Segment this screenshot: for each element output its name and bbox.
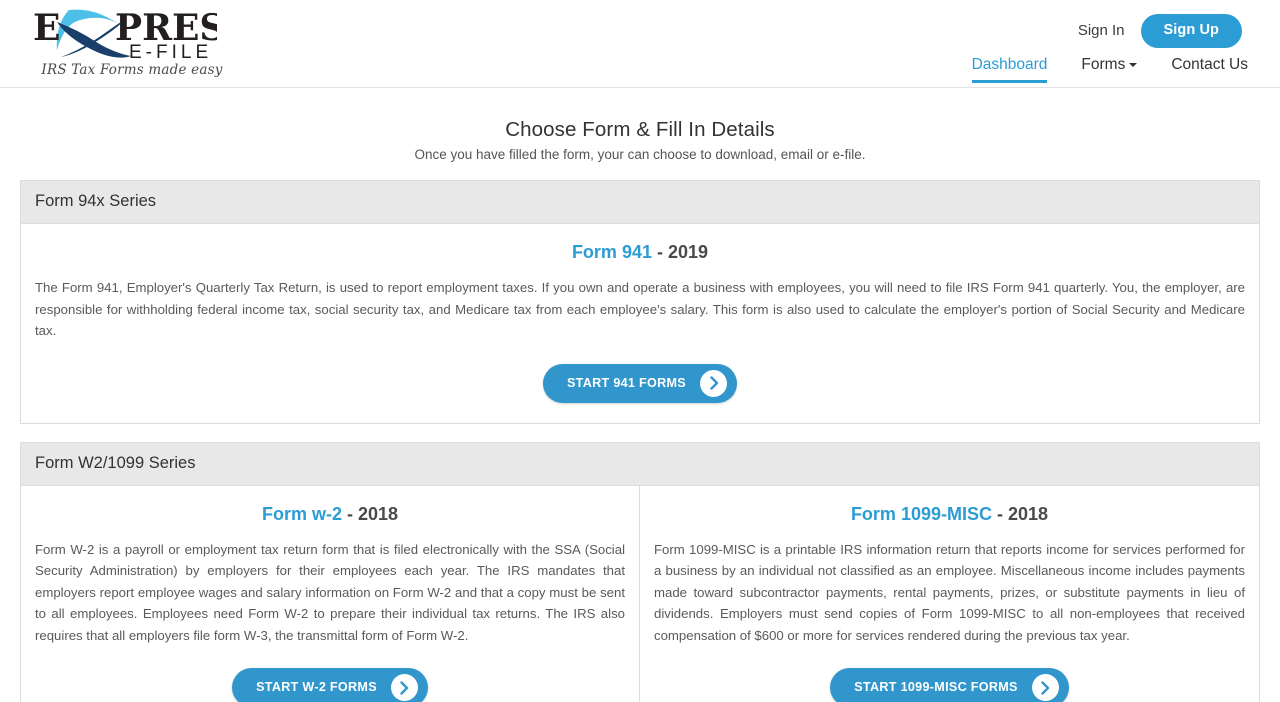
chevron-down-icon [1129,63,1138,67]
form-action-row-941: START 941 FORMS [35,363,1245,403]
start-1099-misc-forms-button[interactable]: START 1099-MISC FORMS [830,668,1069,702]
form-name-1099-misc: Form 1099-MISC [850,503,992,524]
form-description-w2: Form W-2 is a payroll or employment tax … [35,541,625,643]
form-name-941: Form 941 [571,242,652,262]
form-action-row-1099-misc: START 1099-MISC FORMS [654,668,1245,702]
sign-up-button[interactable]: Sign Up [1140,14,1242,48]
form-year-w2: - 2018 [346,503,399,524]
site-header: E PRESS E-FILE IRS Tax Forms made easy S… [0,0,1280,88]
panel-body-94x: Form 941 - 2019 The Form 941, Employer's… [21,224,1259,423]
start-w2-forms-button[interactable]: START W-2 FORMS [232,668,428,702]
form-description-1099-misc: Form 1099-MISC is a printable IRS inform… [654,541,1245,643]
panel-heading-w2-1099: Form W2/1099 Series [21,442,1259,486]
form-action-row-w2: START W-2 FORMS [35,668,625,702]
sign-in-link[interactable]: Sign In [1076,18,1127,43]
page-subtitle: Once you have filled the form, your can … [414,147,866,162]
nav-item-forms[interactable]: Forms [1081,56,1138,83]
nav-item-dashboard[interactable]: Dashboard [971,56,1047,83]
svg-text:E: E [33,7,60,49]
form-year-1099-misc: - 2018 [997,503,1049,524]
form-card-w2: Form w-2 - 2018 Form W-2 is a payroll or… [21,485,640,702]
form-card-941: Form 941 - 2019 The Form 941, Employer's… [21,224,1259,423]
panel-form-w2-1099-series: Form W2/1099 Series Form w-2 - 2018 Form… [20,441,1260,702]
start-w2-forms-label: START W-2 FORMS [256,680,377,695]
logo-mark: E PRESS E-FILE [31,4,217,60]
main-navigation: Dashboard Forms Contact Us [971,56,1248,83]
header-account-actions: Sign In Sign Up [1076,14,1242,48]
start-1099-misc-forms-label: START 1099-MISC FORMS [854,680,1018,695]
form-card-1099-misc: Form 1099-MISC - 2018 Form 1099-MISC is … [640,486,1259,702]
form-title-1099-misc: Form 1099-MISC - 2018 [654,504,1245,525]
panel-form-94x-series: Form 94x Series Form 941 - 2019 The Form… [20,180,1260,424]
chevron-right-icon [700,369,728,397]
panel-heading-94x: Form 94x Series [21,181,1259,224]
svg-text:E-FILE: E-FILE [129,42,212,60]
chevron-right-icon [390,674,418,701]
site-logo[interactable]: E PRESS E-FILE IRS Tax Forms made easy [31,4,222,86]
chevron-right-icon [1031,674,1059,701]
logo-tagline: IRS Tax Forms made easy [41,62,223,78]
page-header: Choose Form & Fill In Details Once you h… [0,118,1280,162]
panel-body-w2-1099: Form w-2 - 2018 Form W-2 is a payroll or… [21,485,1259,702]
form-year-941: - 2019 [657,242,709,262]
start-941-forms-button[interactable]: START 941 FORMS [542,363,738,403]
form-description-941: The Form 941, Employer's Quarterly Tax R… [35,280,1245,338]
nav-item-contact-us[interactable]: Contact Us [1171,56,1248,83]
express-logo-icon: E PRESS E-FILE [33,7,217,60]
form-name-w2: Form w-2 [261,503,342,524]
nav-item-forms-label: Forms [1081,56,1126,73]
form-title-w2: Form w-2 - 2018 [35,504,625,525]
page-title: Choose Form & Fill In Details [505,118,775,141]
start-941-forms-label: START 941 FORMS [566,375,687,390]
form-title-941: Form 941 - 2019 [35,242,1245,263]
content-wrapper: Form 94x Series Form 941 - 2019 The Form… [20,180,1260,702]
